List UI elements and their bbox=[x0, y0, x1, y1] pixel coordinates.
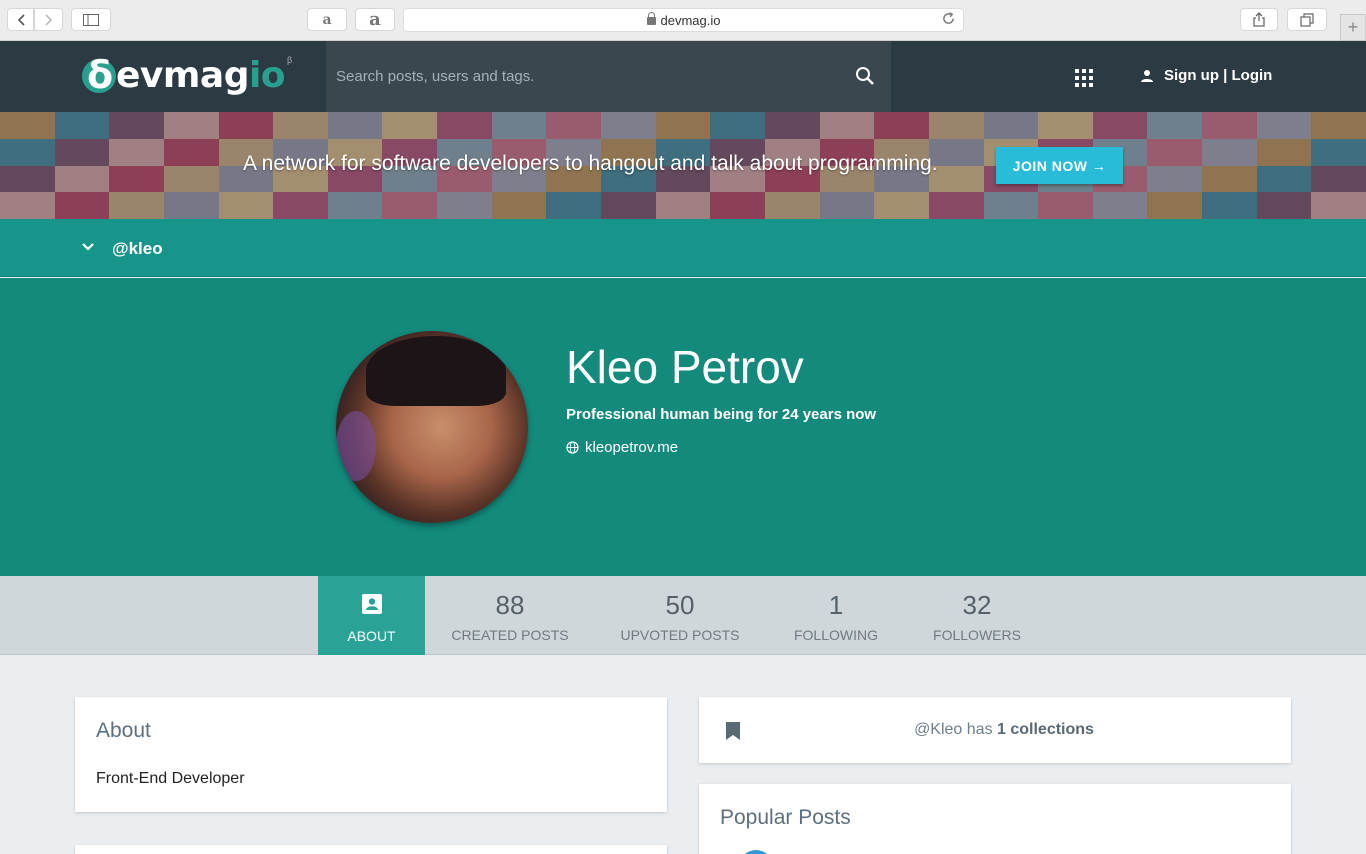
user-icon bbox=[1141, 69, 1153, 82]
search-input[interactable] bbox=[336, 68, 836, 85]
collections-card[interactable]: @Kleo has 1 collections bbox=[699, 697, 1291, 763]
sidebar-toggle-button[interactable] bbox=[71, 8, 111, 31]
lock-icon bbox=[646, 12, 656, 25]
plus-icon: + bbox=[1347, 17, 1359, 37]
signup-login-link[interactable]: Sign up | Login bbox=[1140, 67, 1272, 84]
avatar bbox=[336, 331, 528, 523]
profile-header: Kleo Petrov Professional human being for… bbox=[0, 278, 1366, 576]
search-icon[interactable] bbox=[855, 66, 875, 86]
profile-website-link[interactable]: kleopetrov.me bbox=[566, 439, 678, 456]
site-header: evmagio β Sign up | Login bbox=[0, 41, 1366, 112]
about-card: About Front-End Developer bbox=[75, 697, 667, 812]
banner-tagline: A network for software developers to han… bbox=[243, 152, 938, 175]
sidebar-icon bbox=[83, 13, 99, 26]
tab-upvoted-posts[interactable]: 50 UPVOTED POSTS bbox=[610, 576, 750, 655]
reader-extension-button[interactable]: a bbox=[307, 8, 347, 31]
chevron-down-icon[interactable] bbox=[82, 243, 94, 251]
profile-bio: Professional human being for 24 years no… bbox=[566, 406, 877, 423]
logo-mark-icon bbox=[82, 53, 116, 97]
share-icon bbox=[1253, 12, 1265, 27]
secondary-card bbox=[75, 845, 667, 854]
reload-icon[interactable] bbox=[942, 12, 955, 25]
hero-banner: A network for software developers to han… bbox=[0, 112, 1366, 219]
popular-posts-title: Popular Posts bbox=[720, 806, 851, 829]
reader-icon: a bbox=[322, 11, 332, 28]
followers-label: FOLLOWERS bbox=[933, 627, 1021, 643]
upvoted-posts-count: 50 bbox=[665, 590, 695, 620]
forward-button[interactable] bbox=[34, 8, 63, 31]
following-label: FOLLOWING bbox=[793, 627, 878, 643]
back-button[interactable] bbox=[7, 8, 34, 31]
profile-handle: @kleo bbox=[112, 239, 163, 258]
profile-name: Kleo Petrov bbox=[566, 341, 804, 393]
auth-label: Sign up | Login bbox=[1164, 67, 1273, 84]
globe-icon bbox=[566, 441, 579, 454]
browser-toolbar: a a devmag.io + bbox=[0, 0, 1366, 41]
created-posts-count: 88 bbox=[495, 590, 525, 620]
amazon-icon: a bbox=[369, 9, 381, 30]
popular-posts-card: Popular Posts bbox=[699, 784, 1291, 854]
logo-wordmark: evmagio bbox=[116, 55, 286, 96]
about-card-text: Front-End Developer bbox=[96, 770, 245, 787]
following-count: 1 bbox=[828, 590, 844, 620]
created-posts-label: CREATED POSTS bbox=[451, 627, 569, 643]
share-button[interactable] bbox=[1240, 8, 1278, 31]
profile-stats-bar: ABOUT 88 CREATED POSTS 50 UPVOTED POSTS … bbox=[0, 576, 1366, 655]
post-avatar bbox=[739, 850, 773, 854]
chevron-left-icon bbox=[17, 13, 25, 26]
profile-handle-bar: @kleo bbox=[0, 219, 1366, 277]
tab-created-posts[interactable]: 88 CREATED POSTS bbox=[440, 576, 580, 655]
apps-grid-icon[interactable] bbox=[1075, 69, 1093, 87]
website-text: kleopetrov.me bbox=[585, 439, 679, 456]
about-card-title: About bbox=[96, 719, 151, 742]
tab-about-label: ABOUT bbox=[347, 628, 396, 644]
logo[interactable]: evmagio β bbox=[82, 53, 293, 97]
contact-card-icon bbox=[361, 594, 382, 614]
tabs-icon bbox=[1300, 12, 1314, 27]
chevron-right-icon bbox=[44, 13, 52, 26]
tab-following[interactable]: 1 FOLLOWING bbox=[781, 576, 891, 655]
join-now-button[interactable]: JOIN NOW → bbox=[996, 147, 1123, 184]
tabs-overview-button[interactable] bbox=[1287, 8, 1327, 31]
collections-summary: @Kleo has 1 collections bbox=[914, 721, 1094, 738]
url-text: devmag.io bbox=[660, 12, 721, 28]
upvoted-posts-label: UPVOTED POSTS bbox=[620, 627, 740, 643]
search-bar bbox=[326, 41, 891, 112]
beta-badge: β bbox=[287, 54, 293, 65]
address-bar[interactable]: devmag.io bbox=[403, 8, 964, 32]
followers-count: 32 bbox=[962, 590, 992, 620]
amazon-extension-button[interactable]: a bbox=[355, 8, 395, 31]
new-tab-button[interactable]: + bbox=[1340, 14, 1366, 41]
tab-about[interactable]: ABOUT bbox=[318, 576, 425, 655]
tab-followers[interactable]: 32 FOLLOWERS bbox=[922, 576, 1032, 655]
